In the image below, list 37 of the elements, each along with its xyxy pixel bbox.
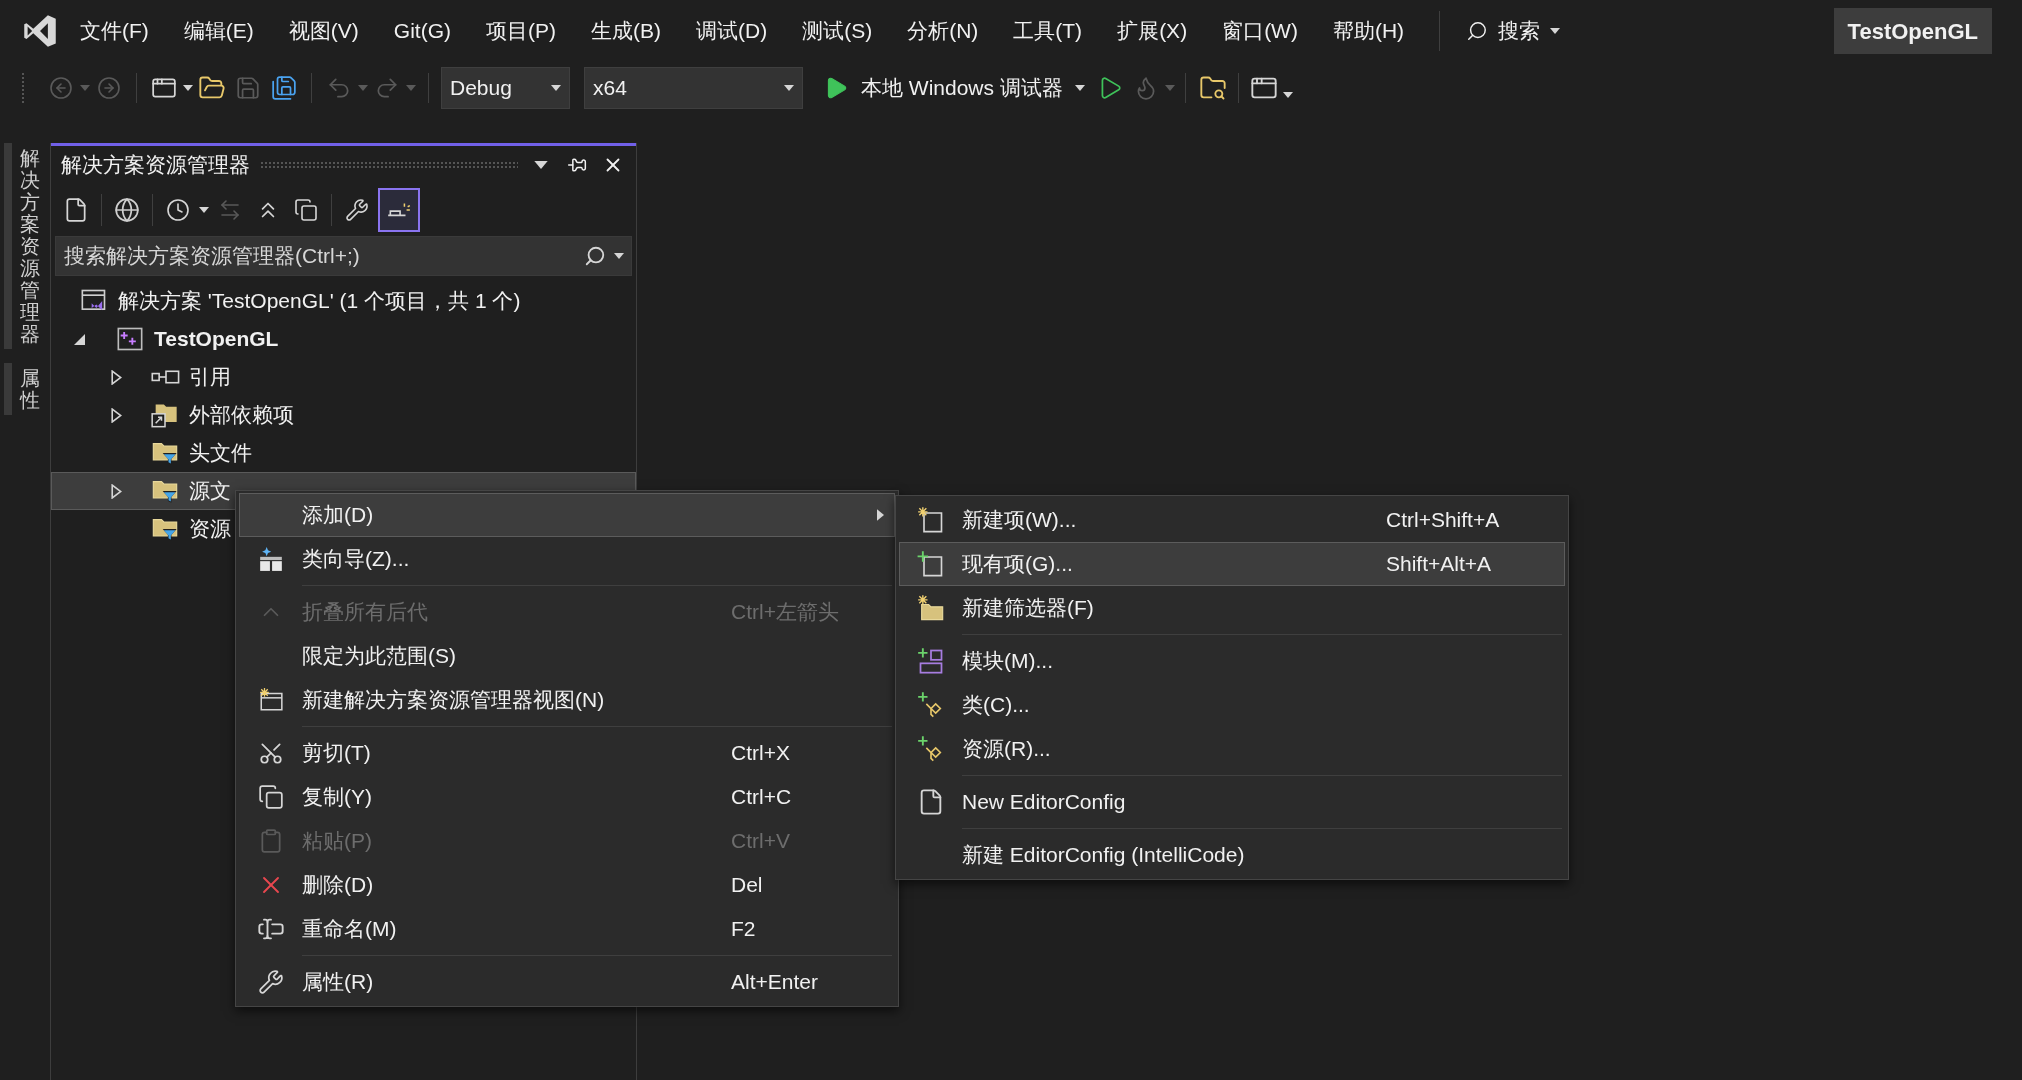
- shortcut-label: Ctrl+左箭头: [731, 599, 839, 626]
- menu-item-label: 限定为此范围(S): [302, 643, 456, 670]
- shortcut-label: F2: [731, 916, 756, 943]
- tree-item-label: 解决方案 'TestOpenGL' (1 个项目，共 1 个): [118, 288, 521, 315]
- shortcut-label: Alt+Enter: [731, 969, 818, 996]
- menu-item-label: 重命名(M): [302, 916, 397, 943]
- tree-item-label: 外部依赖项: [189, 402, 294, 429]
- menu-item-label: 新建 EditorConfig (IntelliCode): [962, 842, 1245, 869]
- menu-item-label: 资源(R)...: [962, 736, 1051, 763]
- menu-item-label: 添加(D): [302, 502, 374, 529]
- menu-item-label: 新建解决方案资源管理器视图(N): [302, 687, 605, 714]
- shortcut-label: Del: [731, 872, 763, 899]
- menu-item-label: 剪切(T): [302, 740, 371, 767]
- panel-title: 解决方案资源管理器: [61, 152, 250, 179]
- tree-item-label: 源文: [189, 478, 231, 505]
- shortcut-label: Ctrl+V: [731, 828, 790, 855]
- shortcut-label: Ctrl+X: [731, 740, 790, 767]
- menu-item-label: 现有项(G)...: [962, 551, 1073, 578]
- shortcut-label: Ctrl+Shift+A: [1386, 507, 1500, 534]
- menu-item-label: 折叠所有后代: [302, 599, 428, 626]
- shortcut-label: Shift+Alt+A: [1386, 551, 1492, 578]
- menu-item-label: 属性(R): [302, 969, 374, 996]
- solution-name-badge: TestOpenGL: [1833, 8, 1992, 54]
- menu-item-label: 新建项(W)...: [962, 507, 1077, 534]
- tree-item-label: TestOpenGL: [154, 326, 279, 353]
- tree-item-label: 头文件: [189, 440, 252, 467]
- shortcut-label: Ctrl+C: [731, 784, 792, 811]
- menu-item-label: 删除(D): [302, 872, 374, 899]
- menu-item-label: 新建筛选器(F): [962, 595, 1094, 622]
- menu-item-label: 类向导(Z)...: [302, 546, 410, 573]
- menu-item-label: New EditorConfig: [962, 789, 1126, 816]
- tree-item-label: 引用: [189, 364, 231, 391]
- menu-item-label: 类(C)...: [962, 692, 1030, 719]
- menu-item-label: 粘贴(P): [302, 828, 372, 855]
- tree-item-label: 资源: [189, 516, 231, 543]
- menu-item-label: 模块(M)...: [962, 648, 1053, 675]
- menu-item-label: 复制(Y): [302, 784, 372, 811]
